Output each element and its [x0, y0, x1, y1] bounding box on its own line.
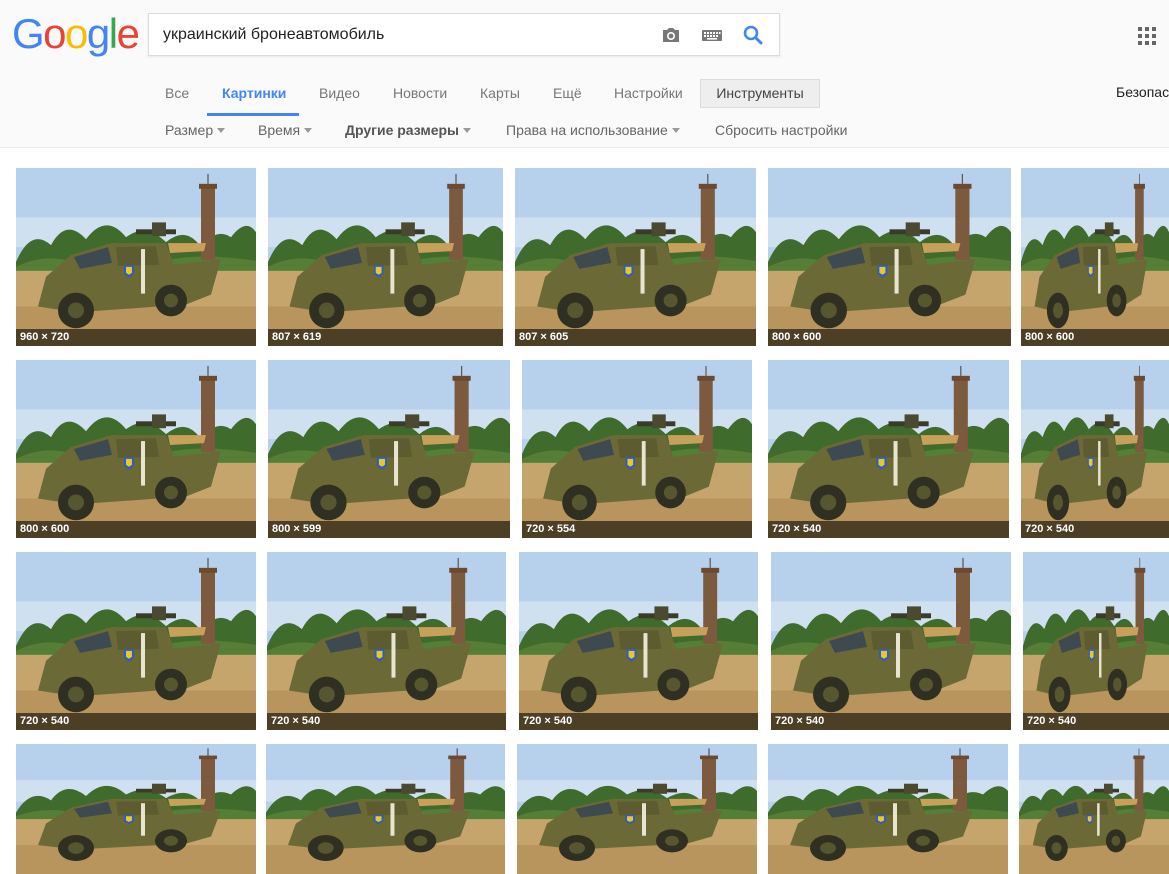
dropdown-caret-icon: [671, 127, 680, 133]
camera-icon[interactable]: [659, 23, 683, 47]
image-dimensions-label: 720 × 540: [1023, 713, 1169, 730]
thumbnail-image: [517, 744, 757, 874]
search-tabs: Все Картинки Видео Новости Карты Ещё Настройки: [0, 78, 1169, 118]
image-result-tile[interactable]: 800 × 600: [16, 360, 256, 538]
tab-2[interactable]: Видео: [319, 78, 360, 118]
filter-label: Права на использование: [506, 122, 668, 138]
filter-4[interactable]: Сбросить настройки: [715, 119, 847, 141]
thumbnail-image: [268, 360, 510, 538]
thumbnail-image: [266, 744, 505, 874]
filter-bar: Размер Время Другие размеры Права на исполь…: [0, 119, 1169, 143]
logo-letter: o: [43, 10, 66, 57]
thumbnail-image: [771, 552, 1011, 730]
image-dimensions-label: 960 × 720: [16, 329, 256, 346]
filter-label: Размер: [165, 122, 214, 138]
image-result-tile[interactable]: 720 × 540: [267, 552, 506, 730]
image-dimensions-label: 720 × 540: [519, 713, 758, 730]
filter-label: Другие размеры: [345, 122, 460, 138]
thumbnail-image: [522, 360, 752, 538]
image-result-tile[interactable]: 720 × 540: [16, 552, 256, 730]
logo-letter: l: [108, 10, 118, 57]
image-result-tile[interactable]: 720 × 540: [1023, 552, 1169, 730]
image-dimensions-label: 800 × 599: [268, 521, 510, 538]
image-dimensions-label: 720 × 540: [771, 713, 1011, 730]
image-dimensions-label: 720 × 540: [1021, 521, 1169, 538]
image-results-grid: 960 × 720 807 × 619 807 × 605 800 × 600 800 …: [0, 148, 1169, 874]
image-result-tile[interactable]: [16, 744, 256, 874]
image-result-tile[interactable]: 800 × 600: [1021, 168, 1169, 346]
image-result-tile[interactable]: 720 × 540: [519, 552, 758, 730]
logo-letter: G: [12, 10, 45, 57]
keyboard-icon[interactable]: [700, 23, 724, 47]
logo-letter: e: [116, 10, 140, 57]
logo-letter: o: [65, 10, 88, 57]
thumbnail-image: [768, 360, 1009, 538]
search-input[interactable]: [163, 14, 643, 55]
thumbnail-image: [519, 552, 758, 730]
image-dimensions-label: 720 × 540: [16, 713, 256, 730]
thumbnail-image: [267, 552, 506, 730]
image-result-tile[interactable]: 800 × 600: [768, 168, 1011, 346]
image-result-tile[interactable]: 720 × 540: [771, 552, 1011, 730]
thumbnail-image: [1019, 744, 1169, 874]
image-dimensions-label: 800 × 600: [16, 521, 256, 538]
image-result-tile[interactable]: 720 × 540: [768, 360, 1009, 538]
thumbnail-image: [16, 744, 256, 874]
image-dimensions-label: 807 × 619: [268, 329, 503, 346]
image-dimensions-label: 800 × 600: [768, 329, 1011, 346]
image-dimensions-label: 720 × 554: [522, 521, 752, 538]
image-result-tile[interactable]: [266, 744, 505, 874]
image-dimensions-label: 800 × 600: [1021, 329, 1169, 346]
apps-grid-icon[interactable]: [1137, 26, 1157, 46]
safesearch-link[interactable]: Безопас: [1116, 84, 1169, 100]
dropdown-caret-icon: [217, 127, 226, 133]
filter-1[interactable]: Время: [258, 119, 313, 141]
tab-0[interactable]: Все: [165, 78, 189, 118]
image-dimensions-label: 720 × 540: [768, 521, 1009, 538]
thumbnail-image: [16, 360, 256, 538]
filter-label: Время: [258, 122, 301, 138]
active-tab-indicator: [207, 113, 299, 116]
image-result-tile[interactable]: 720 × 554: [522, 360, 752, 538]
tab-6[interactable]: Настройки: [614, 78, 683, 118]
header: Google Все Картинки Видео Новости Карты Ещё На…: [0, 0, 1169, 148]
google-logo[interactable]: Google: [12, 10, 140, 57]
dropdown-caret-icon: [463, 127, 472, 133]
tab-1[interactable]: Картинки: [222, 78, 286, 118]
image-result-tile[interactable]: 807 × 619: [268, 168, 503, 346]
tab-4[interactable]: Карты: [480, 78, 520, 118]
thumbnail-image: [768, 744, 1008, 874]
image-result-tile[interactable]: [768, 744, 1008, 874]
image-result-tile[interactable]: 800 × 599: [268, 360, 510, 538]
thumbnail-image: [515, 168, 756, 346]
tab-5[interactable]: Ещё: [553, 78, 582, 118]
thumbnail-image: [1023, 552, 1169, 730]
image-result-tile[interactable]: 960 × 720: [16, 168, 256, 346]
thumbnail-image: [768, 168, 1011, 346]
thumbnail-image: [1021, 360, 1169, 538]
search-icon[interactable]: [741, 23, 765, 47]
thumbnail-image: [16, 168, 256, 346]
search-box[interactable]: [148, 13, 780, 56]
filter-2[interactable]: Другие размеры: [345, 119, 472, 141]
image-dimensions-label: 720 × 540: [267, 713, 506, 730]
filter-0[interactable]: Размер: [165, 119, 226, 141]
image-result-tile[interactable]: [1019, 744, 1169, 874]
thumbnail-image: [1021, 168, 1169, 346]
image-result-tile[interactable]: 807 × 605: [515, 168, 756, 346]
image-result-tile[interactable]: 720 × 540: [1021, 360, 1169, 538]
filter-label: Сбросить настройки: [715, 122, 848, 138]
tab-3[interactable]: Новости: [393, 78, 447, 118]
image-result-tile[interactable]: [517, 744, 757, 874]
image-dimensions-label: 807 × 605: [515, 329, 756, 346]
tools-button[interactable]: Инструменты: [700, 79, 820, 108]
thumbnail-image: [268, 168, 503, 346]
dropdown-caret-icon: [304, 127, 313, 133]
filter-3[interactable]: Права на использование: [506, 119, 680, 141]
thumbnail-image: [16, 552, 256, 730]
logo-letter: g: [86, 10, 110, 57]
